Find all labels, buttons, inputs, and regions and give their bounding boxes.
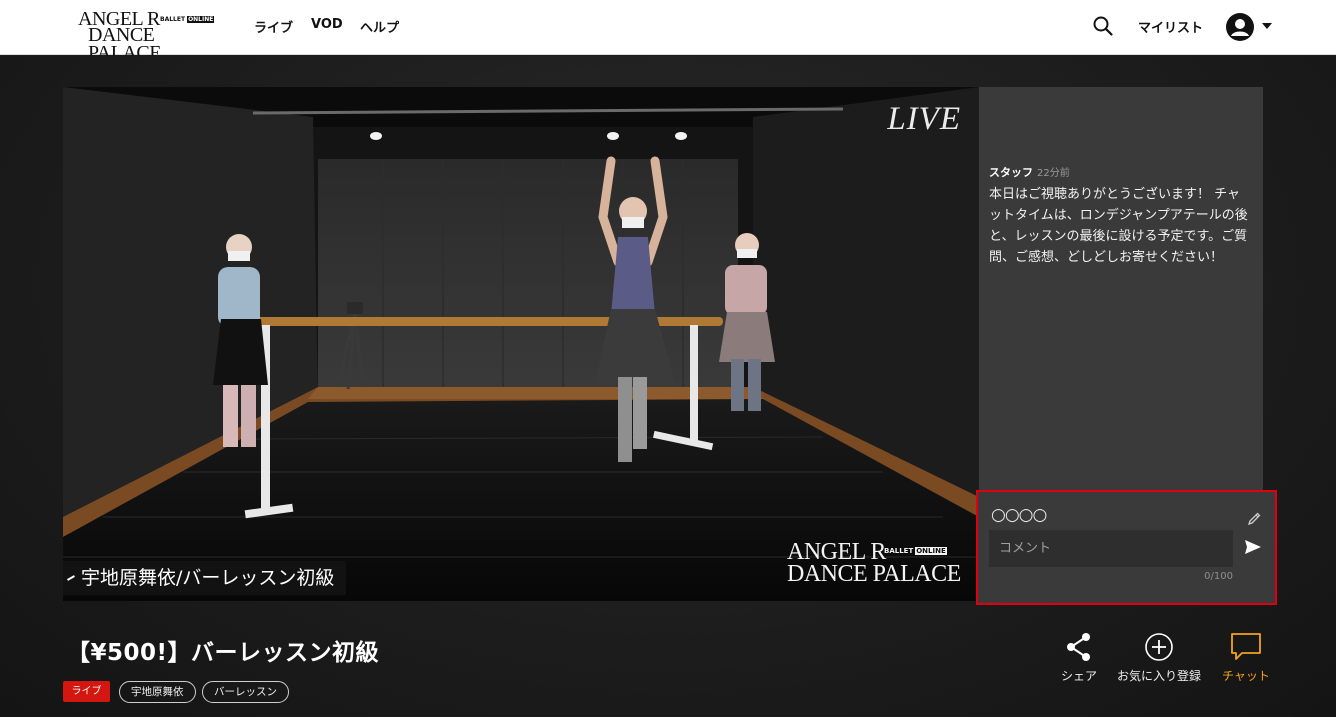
share-button[interactable]: シェア	[1059, 632, 1099, 684]
share-label: シェア	[1060, 669, 1097, 683]
send-icon[interactable]	[1244, 539, 1262, 555]
comment-user-name: ○○○○	[991, 505, 1047, 525]
nav-live[interactable]: ライブ	[254, 17, 293, 36]
nav-vod[interactable]: VOD	[311, 17, 343, 32]
chevron-down-icon[interactable]	[1261, 22, 1273, 30]
site-header: ANGEL R BALLET ONLINE DANCE PALACE ライブ VO…	[0, 0, 1336, 63]
chat-timestamp: 22分前	[1037, 168, 1070, 179]
chat-message: スタッフ 22分前 本日はご視聴ありがとうございます！ チャットタイムは、ロンデジ…	[989, 161, 1251, 268]
nav-help[interactable]: ヘルプ	[360, 17, 399, 36]
content-title: 【¥500!】バーレッスン初級	[67, 640, 380, 666]
pencil-icon[interactable]	[1246, 511, 1262, 527]
plus-circle-icon	[1145, 633, 1173, 661]
chat-message-text: 本日はご視聴ありがとうございます！ チャットタイムは、ロンデジャンプアテールの後…	[989, 187, 1248, 265]
chat-bubble-icon	[1231, 633, 1261, 660]
comment-char-counter: 0/100	[1204, 571, 1233, 582]
tag-live[interactable]: ライブ	[63, 681, 110, 702]
tag-performer[interactable]: 宇地原舞依	[119, 681, 196, 703]
favorite-label: お気に入り登録	[1116, 669, 1201, 683]
chat-panel: スタッフ 22分前 本日はご視聴ありがとうございます！ チャットタイムは、ロンデジ…	[979, 87, 1263, 492]
chat-label: チャット	[1222, 669, 1270, 683]
site-logo[interactable]: ANGEL R BALLET ONLINE DANCE PALACE	[78, 9, 218, 63]
ballet-studio-scene	[63, 87, 979, 601]
chat-toggle-button[interactable]: チャット	[1218, 632, 1274, 684]
video-watermark-logo: ANGEL R BALLET ONLINE DANCE PALACE	[787, 539, 961, 587]
logo-tag: BALLET ONLINE	[160, 16, 215, 23]
avatar-icon[interactable]	[1226, 13, 1254, 41]
search-icon[interactable]	[1092, 15, 1114, 37]
mylist-link[interactable]: マイリスト	[1138, 17, 1203, 36]
video-player[interactable]: LIVE 宇地原舞依/バーレッスン初級 ANGEL R BALLET ONLINE…	[63, 87, 979, 601]
video-caption: 宇地原舞依/バーレッスン初級	[63, 561, 347, 595]
tag-category[interactable]: バーレッスン	[202, 681, 289, 703]
share-icon	[1067, 633, 1090, 661]
favorite-button[interactable]: お気に入り登録	[1112, 632, 1206, 684]
live-badge: LIVE	[887, 101, 961, 137]
comment-input[interactable]	[989, 530, 1233, 567]
comment-form: ○○○○ 0/100	[976, 490, 1277, 605]
chat-author: スタッフ	[989, 166, 1033, 179]
